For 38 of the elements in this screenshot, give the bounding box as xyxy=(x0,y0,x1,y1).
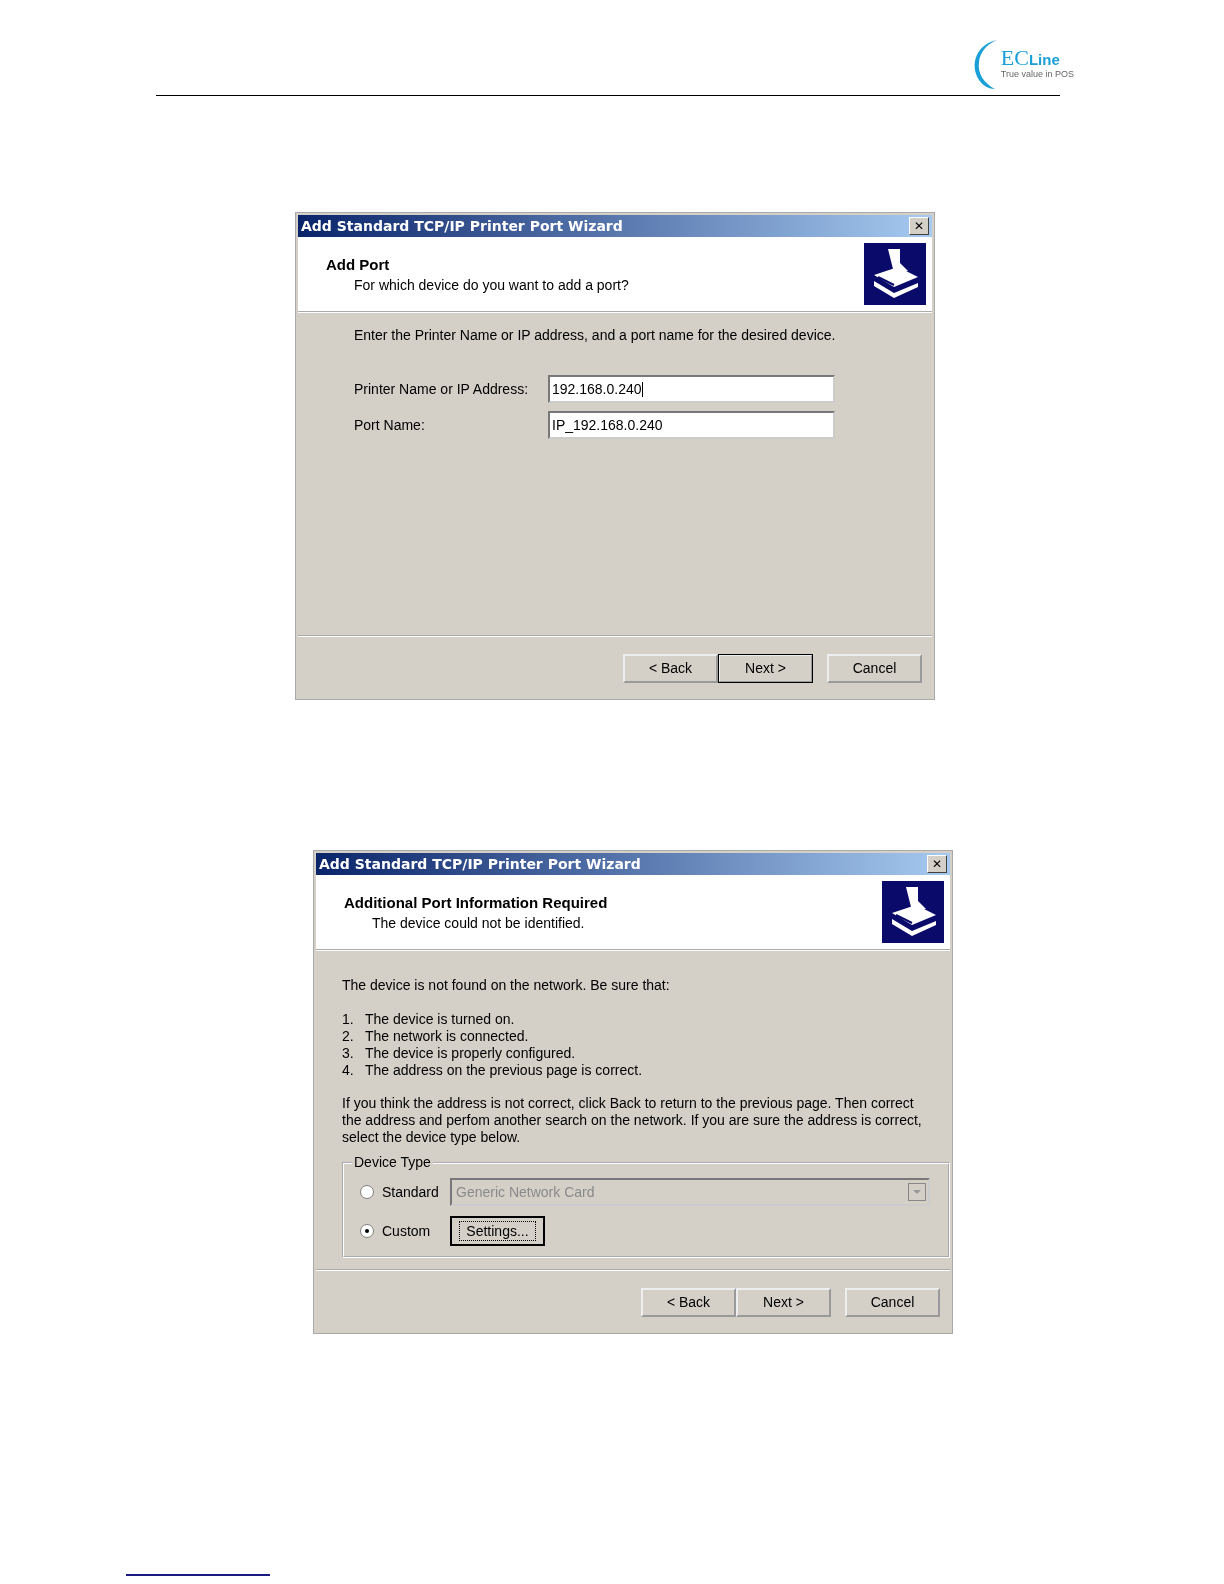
printer-icon xyxy=(864,243,926,305)
wizard-subheading: The device could not be identified. xyxy=(371,914,586,931)
list-number: 1. xyxy=(342,1011,355,1028)
radio-button[interactable] xyxy=(360,1224,374,1238)
list-item-text: The device is turned on. xyxy=(365,1011,515,1028)
instruction-text: Enter the Printer Name or IP address, and a port name for the desired device. xyxy=(354,327,837,343)
list-number: 2. xyxy=(342,1028,355,1045)
wizard-button[interactable]: Cancel xyxy=(845,1287,940,1317)
instruction-text: The device is not found on the network. Be sure that: xyxy=(342,977,671,993)
wizard-subheading: For which device do you want to add a port? xyxy=(353,276,629,293)
wizard-button[interactable]: Next > xyxy=(736,1287,831,1317)
window-title: Add Standard TCP/IP Printer Port Wizard xyxy=(301,218,623,234)
field-label: Printer Name or IP Address: xyxy=(354,381,530,397)
note-text: If you think the address is not correct, click Back to return to the previous page. Then correct the address and perfom another search on the network. If you are sure the address is correct, select the device type below. xyxy=(342,1095,923,1146)
field-label: Port Name: xyxy=(354,417,426,433)
settings-button[interactable]: Settings... xyxy=(450,1216,545,1246)
window-title: Add Standard TCP/IP Printer Port Wizard xyxy=(319,856,641,872)
logo-tagline: True value in POS xyxy=(1000,69,1074,80)
logo-name: Line xyxy=(1028,52,1060,67)
input-field[interactable]: 192.168.0.240 xyxy=(548,375,835,403)
close-button[interactable]: ✕ xyxy=(927,855,947,873)
list-number: 3. xyxy=(342,1045,355,1062)
wizard-heading: Add Port xyxy=(326,255,391,273)
wizard-button[interactable]: < Back xyxy=(623,653,718,683)
printer-icon xyxy=(882,881,944,943)
input-field[interactable]: IP_192.168.0.240 xyxy=(548,411,835,439)
list-number: 4. xyxy=(342,1062,355,1079)
wizard-button[interactable]: Cancel xyxy=(827,653,922,683)
list-item-text: The device is properly configured. xyxy=(365,1045,576,1062)
logo-mark: EC xyxy=(1000,47,1029,69)
wizard-button[interactable]: Next > xyxy=(718,653,813,683)
list-item-text: The address on the previous page is correct. xyxy=(365,1062,643,1079)
list-item-text: The network is connected. xyxy=(365,1028,529,1045)
wizard-heading: Additional Port Information Required xyxy=(344,893,608,911)
close-button[interactable]: ✕ xyxy=(909,217,929,235)
wizard-button[interactable]: < Back xyxy=(641,1287,736,1317)
radio-label[interactable]: Custom xyxy=(382,1223,450,1239)
group-legend: Device Type xyxy=(352,1154,433,1170)
